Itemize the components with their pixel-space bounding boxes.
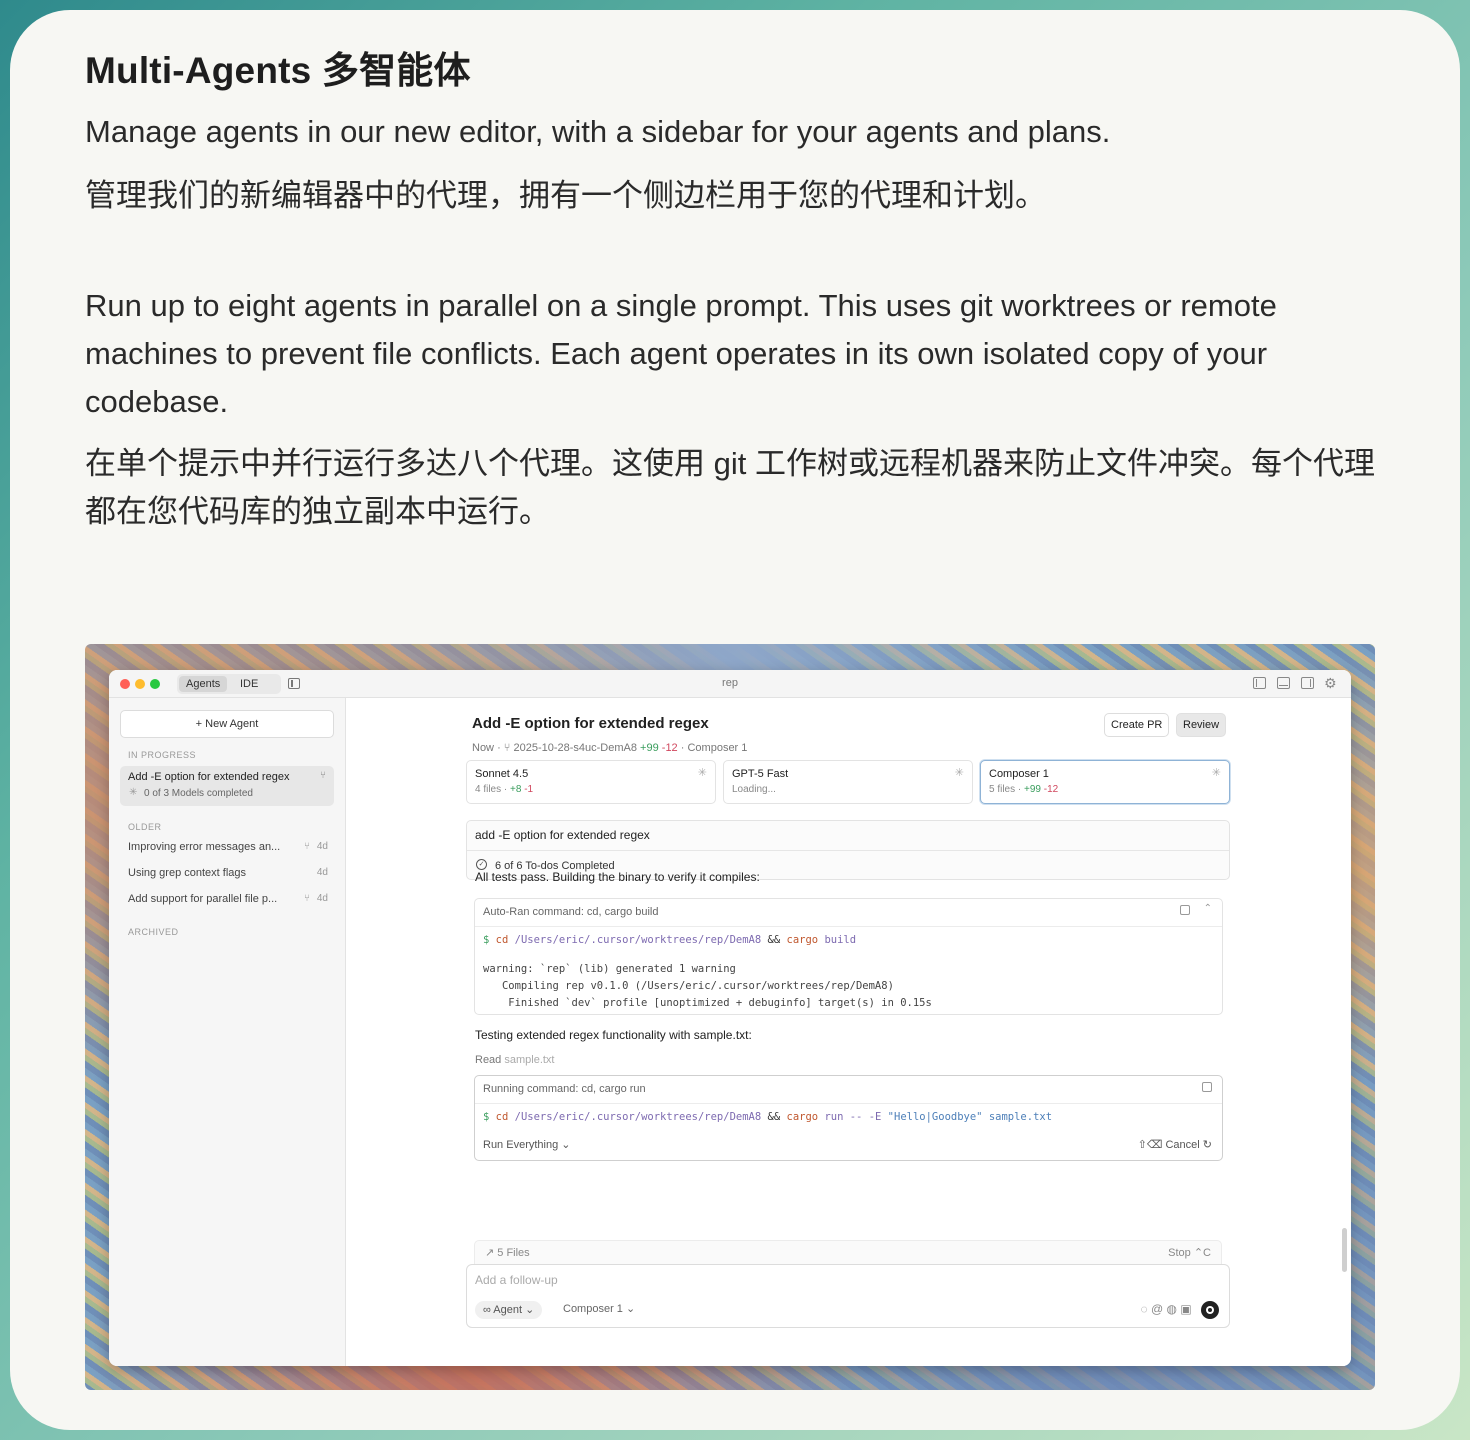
spinner-icon: ✳ (129, 787, 138, 798)
spinner-icon: ✳ (954, 767, 964, 779)
spinner-icon: ✳ (1211, 767, 1221, 779)
window-title: rep (722, 677, 738, 689)
older-item-age: 4d (316, 867, 328, 878)
right-panel-icon[interactable] (1301, 677, 1314, 689)
page-title: Multi-Agents 多智能体 (85, 50, 471, 91)
model-card-gpt5[interactable]: GPT-5 Fast Loading... ✳ (723, 760, 973, 804)
followup-composer: Add a follow-up ∞ Agent ⌄ Composer 1 ⌄ ◌… (466, 1264, 1230, 1328)
model-dropdown[interactable]: Composer 1 ⌄ (563, 1302, 635, 1315)
sidebar-item-active-agent[interactable]: Add -E option for extended regex ⑂ ✳ 0 o… (120, 766, 334, 806)
command-header: Running command: cd, cargo run (483, 1083, 646, 1095)
run-mode-dropdown[interactable]: Run Everything ⌄ (483, 1138, 571, 1151)
followup-input[interactable]: Add a follow-up (475, 1273, 558, 1287)
section-older: OLDER (128, 822, 162, 832)
agent-mode-dropdown[interactable]: ∞ Agent ⌄ (475, 1301, 543, 1319)
meta-deletions: -12 (661, 742, 678, 754)
model-name: Composer 1 (989, 768, 1049, 780)
older-item-label: Add support for parallel file p... (128, 893, 278, 905)
gear-icon[interactable]: ⚙ (1324, 675, 1337, 691)
section-archived[interactable]: ARCHIVED (128, 927, 179, 937)
agents-sidebar: + New Agent IN PROGRESS Add -E option fo… (109, 698, 346, 1366)
image-icon[interactable]: ▣ (1180, 1302, 1191, 1316)
divider (475, 926, 1222, 927)
cancel-button[interactable]: ⇧⌫ Cancel ↻ (1138, 1138, 1212, 1151)
create-pr-button[interactable]: Create PR (1104, 713, 1170, 737)
agent-title-heading: Add -E option for extended regex (472, 715, 709, 732)
scrollbar[interactable] (1342, 1228, 1347, 1272)
spinner-icon: ◌ (1140, 1302, 1148, 1317)
command-block-run: Running command: cd, cargo run $ cd /Use… (474, 1075, 1223, 1161)
new-agent-button[interactable]: + New Agent (120, 710, 334, 738)
spinner-icon: ✳ (697, 767, 707, 779)
command-line: $ cd /Users/eric/.cursor/worktrees/rep/D… (483, 1111, 1053, 1123)
meta-branch[interactable]: 2025-10-28-s4uc-DemA8 (513, 742, 637, 754)
sidebar-item-older[interactable]: Improving error messages an... ⑂ 4d (128, 841, 328, 857)
model-name: Sonnet 4.5 (475, 768, 529, 780)
globe-icon[interactable]: ◍ (1167, 1302, 1181, 1316)
model-card-sonnet[interactable]: Sonnet 4.5 4 files · +8 -1 ✳ (466, 760, 716, 804)
model-stats: 4 files · +8 -1 (475, 784, 534, 795)
bottom-panel-icon[interactable] (1277, 677, 1290, 689)
paragraph-parallel-zh: 在单个提示中并行运行多达八个代理。这使用 git 工作树或远程机器来防止文件冲突… (85, 446, 1375, 529)
older-item-label: Improving error messages an... (128, 841, 281, 853)
refresh-icon: ↻ (1202, 1139, 1212, 1151)
stop-button[interactable]: Stop ⌃C (1168, 1246, 1211, 1259)
agent-status: 0 of 3 Models completed (144, 788, 253, 799)
older-item-label: Using grep context flags (128, 867, 247, 879)
left-panel-icon[interactable] (1253, 677, 1266, 689)
changed-files-bar[interactable]: ↗ 5 Files Stop ⌃C (474, 1240, 1222, 1264)
model-name: GPT-5 Fast (732, 768, 789, 780)
open-external-icon[interactable] (1180, 905, 1190, 915)
agent-message: Testing extended regex functionality wit… (475, 1028, 752, 1042)
sidebar-item-older[interactable]: Using grep context flags 4d (128, 867, 328, 883)
composer-actions: ◌ @ ◍ ▣ (1140, 1301, 1219, 1319)
open-external-icon[interactable] (1202, 1082, 1212, 1092)
mention-icon[interactable]: @ (1151, 1302, 1167, 1316)
older-item-age: 4d (316, 893, 328, 904)
review-button[interactable]: Review (1176, 713, 1227, 737)
branch-icon: ⑂ (320, 770, 326, 781)
divider (475, 1103, 1222, 1104)
editor-screenshot: Agents IDE rep ⚙ + New Agent IN PROGRESS… (85, 644, 1375, 1390)
branch-icon: ⑂ (304, 841, 310, 852)
infinity-icon: ∞ (483, 1304, 494, 1316)
divider (467, 850, 1229, 851)
meta-additions: +99 (640, 742, 659, 754)
editor-window: Agents IDE rep ⚙ + New Agent IN PROGRESS… (109, 670, 1351, 1366)
command-header: Auto-Ran command: cd, cargo build (483, 906, 659, 918)
meta-model: Composer 1 (687, 742, 748, 754)
check-circle-icon: ✓ (476, 859, 487, 870)
model-loading: Loading... (732, 784, 776, 795)
agent-message: All tests pass. Building the binary to v… (475, 870, 760, 884)
paragraph-intro-en: Manage agents in our new editor, with a … (85, 114, 1111, 149)
prompt-text: add -E option for extended regex (475, 828, 650, 842)
agent-title: Add -E option for extended regex (128, 771, 290, 783)
article-card: Multi-Agents 多智能体 Manage agents in our n… (10, 10, 1460, 1430)
branch-icon: ⑂ (304, 893, 310, 904)
command-block-build: Auto-Ran command: cd, cargo build ⌃ $ cd… (474, 898, 1223, 1015)
model-card-composer[interactable]: Composer 1 5 files · +99 -12 ✳ (980, 760, 1230, 804)
arrow-up-right-icon: ↗ (485, 1247, 498, 1259)
files-count: ↗ 5 Files (485, 1247, 530, 1259)
model-stats: 5 files · +99 -12 (989, 784, 1059, 795)
read-file-line: Read sample.txt (475, 1054, 555, 1066)
agent-main-panel: Add -E option for extended regex Now · ⑂… (346, 698, 1351, 1366)
expand-icon[interactable]: ⌃ (1204, 903, 1212, 914)
meta-when: Now (472, 742, 495, 754)
section-in-progress: IN PROGRESS (128, 750, 197, 760)
read-file-name[interactable]: sample.txt (504, 1054, 554, 1066)
shift-backspace-icon: ⇧⌫ (1137, 1139, 1166, 1151)
paragraph-intro-zh: 管理我们的新编辑器中的代理，拥有一个侧边栏用于您的代理和计划。 (85, 178, 1046, 213)
command-output: warning: `rep` (lib) generated 1 warning… (483, 963, 932, 1009)
command-line: $ cd /Users/eric/.cursor/worktrees/rep/D… (483, 934, 857, 946)
older-item-age: 4d (316, 841, 328, 852)
chevron-down-icon: ⌄ (561, 1139, 571, 1151)
agent-meta: Now · ⑂ 2025-10-28-s4uc-DemA8 +99 -12 · … (472, 742, 747, 754)
title-bar: Agents IDE rep ⚙ (109, 670, 1351, 698)
sidebar-item-older[interactable]: Add support for parallel file p... ⑂ 4d (128, 893, 328, 909)
branch-icon: · ⑂ (497, 742, 514, 754)
paragraph-parallel-en: Run up to eight agents in parallel on a … (85, 288, 1277, 419)
stop-generation-button[interactable] (1201, 1301, 1219, 1319)
